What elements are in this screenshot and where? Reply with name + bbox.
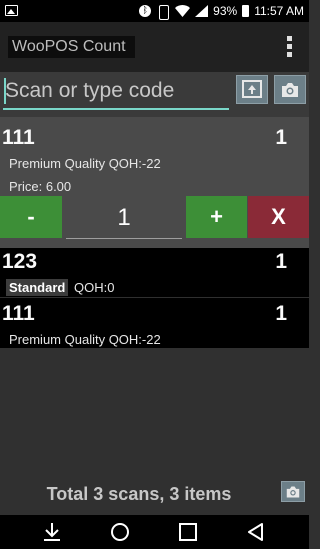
search-row bbox=[0, 72, 309, 117]
selected-item[interactable]: 111 1 Premium Quality QOH:-22 Price: 6.0… bbox=[0, 117, 309, 248]
image-icon bbox=[5, 5, 18, 16]
list-item[interactable]: 111 1 Premium Quality QOH:-22 bbox=[0, 298, 309, 348]
text-cursor bbox=[4, 78, 6, 104]
item-quantity: 1 bbox=[275, 126, 287, 149]
recents-square-icon[interactable] bbox=[177, 522, 199, 542]
camera-icon bbox=[286, 486, 300, 498]
more-vert-icon[interactable] bbox=[287, 36, 293, 58]
item-description: Premium Quality QOH:-22 bbox=[9, 156, 161, 171]
wifi-icon bbox=[175, 5, 191, 17]
camera-icon bbox=[282, 83, 298, 97]
navigation-bar bbox=[0, 515, 309, 549]
footer-camera-button[interactable] bbox=[281, 481, 305, 502]
home-circle-icon[interactable] bbox=[109, 522, 131, 542]
back-triangle-icon[interactable] bbox=[245, 522, 267, 542]
download-icon[interactable] bbox=[41, 522, 63, 542]
search-input[interactable] bbox=[3, 74, 229, 110]
app-bar: WooPOS Count bbox=[0, 22, 309, 72]
item-code: 123 bbox=[2, 250, 38, 273]
clock: 11:57 AM bbox=[254, 4, 304, 18]
image-upload-button[interactable] bbox=[236, 75, 268, 104]
vibrate-icon bbox=[156, 4, 170, 20]
list-item[interactable]: 123 1 Standard QOH:0 bbox=[0, 248, 309, 297]
bluetooth-icon: ᛒ bbox=[139, 5, 152, 17]
battery-icon bbox=[242, 5, 250, 17]
item-code: 111 bbox=[2, 126, 35, 149]
signal-icon bbox=[195, 5, 209, 17]
item-quantity: 1 bbox=[275, 302, 287, 325]
camera-button[interactable] bbox=[274, 75, 306, 104]
remove-button[interactable]: X bbox=[248, 196, 309, 238]
app-title: WooPOS Count bbox=[8, 36, 135, 58]
image-upload-icon bbox=[242, 80, 262, 98]
item-type-badge: Standard bbox=[6, 279, 69, 296]
status-bar: ᛒ 93% 11:57 AM bbox=[0, 0, 309, 22]
quantity-stepper[interactable]: 1 bbox=[66, 197, 182, 239]
item-description: QOH:0 bbox=[74, 280, 115, 295]
increment-button[interactable]: + bbox=[186, 196, 247, 238]
decrement-button[interactable]: - bbox=[0, 196, 62, 238]
item-quantity: 1 bbox=[275, 250, 287, 273]
item-description: Premium Quality QOH:-22 bbox=[9, 332, 161, 347]
item-price: Price: 6.00 bbox=[9, 179, 72, 194]
battery-percent: 93% bbox=[213, 4, 238, 18]
item-code: 111 bbox=[2, 302, 35, 325]
scan-total: Total 3 scans, 3 items bbox=[46, 484, 232, 504]
